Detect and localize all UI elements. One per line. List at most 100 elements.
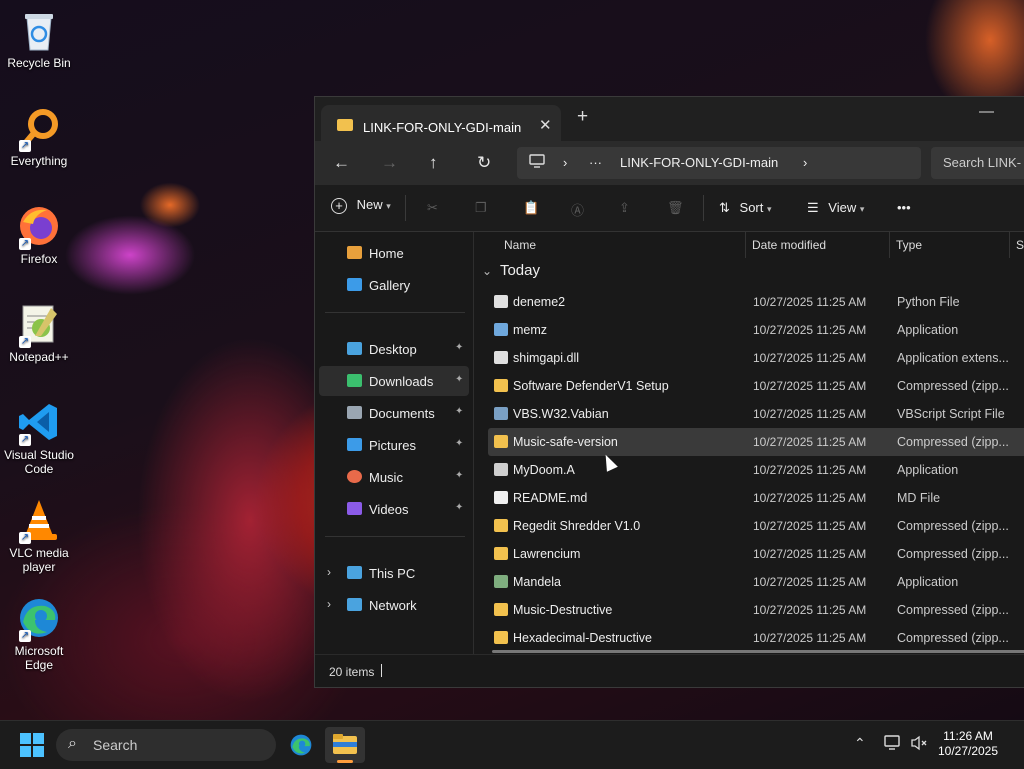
edge-icon <box>290 734 312 756</box>
music-icon <box>347 470 362 483</box>
chevron-down-icon: ⌄ <box>482 264 493 278</box>
zip-folder-icon <box>494 547 508 560</box>
new-button[interactable]: + New ▾ <box>331 197 391 214</box>
sidebar-item-home[interactable]: Home <box>319 238 469 268</box>
table-row[interactable]: Music-safe-version 10/27/2025 11:25 AM Com… <box>488 428 1024 456</box>
show-hidden-icons-button[interactable]: ⌃ <box>854 735 866 752</box>
tab-link-for-only-gdi-main[interactable]: LINK-FOR-ONLY-GDI-main ✕ <box>321 105 561 141</box>
desktop-icon <box>347 342 362 355</box>
file-type: VBScript Script File <box>897 407 1005 421</box>
refresh-button[interactable]: ↻ <box>477 153 491 173</box>
table-row[interactable]: deneme2 10/27/2025 11:25 AM Python File <box>488 288 1024 316</box>
group-header-today[interactable]: ⌄ Today <box>482 262 540 279</box>
desktop-icon-label: VLC media player <box>9 546 69 574</box>
column-headers: Name Date modified Type Si <box>474 232 1024 258</box>
paste-icon[interactable]: 📋 <box>523 200 539 216</box>
new-tab-button[interactable]: + <box>577 106 588 128</box>
command-bar: + New ▾ ✂ ❐ 📋 Ⓐ ⇪ 🗑 ⇅ Sort ▾ ☰ View ▾ ••… <box>315 185 1024 232</box>
vbscript-file-icon <box>494 407 508 420</box>
file-name: VBS.W32.Vabian <box>513 407 609 421</box>
column-header-name[interactable]: Name <box>504 238 536 252</box>
table-row[interactable]: README.md 10/27/2025 11:25 AM MD File <box>488 484 1024 512</box>
rename-icon[interactable]: Ⓐ <box>571 200 584 219</box>
copy-icon[interactable]: ❐ <box>475 200 487 216</box>
column-divider[interactable] <box>889 232 890 258</box>
expand-chevron-icon[interactable]: › <box>327 597 331 611</box>
horizontal-scrollbar[interactable] <box>492 650 1024 653</box>
breadcrumb[interactable]: › ··· LINK-FOR-ONLY-GDI-main › <box>517 147 921 179</box>
zip-folder-icon <box>494 379 508 392</box>
sidebar-item-videos[interactable]: Videos ✦ <box>319 494 469 524</box>
file-name: Mandela <box>513 575 561 589</box>
network-status-icon[interactable] <box>884 735 902 754</box>
file-date-modified: 10/27/2025 11:25 AM <box>753 519 867 533</box>
file-name: Music-Destructive <box>513 603 613 617</box>
more-options-button[interactable]: ••• <box>897 200 911 215</box>
share-icon[interactable]: ⇪ <box>619 200 630 216</box>
taskbar-search-box[interactable]: ⌕ Search <box>56 729 276 761</box>
table-row[interactable]: Hexadecimal-Destructive 10/27/2025 11:25 … <box>488 624 1024 652</box>
forward-button[interactable]: → <box>381 153 398 173</box>
system-clock[interactable]: 11:26 AM 10/27/2025 <box>928 729 1008 759</box>
chevron-down-icon: ▾ <box>386 201 391 211</box>
column-header-size[interactable]: Si <box>1016 238 1024 252</box>
breadcrumb-current[interactable]: LINK-FOR-ONLY-GDI-main <box>620 155 778 170</box>
table-row[interactable]: Music-Destructive 10/27/2025 11:25 AM Comp… <box>488 596 1024 624</box>
table-row[interactable]: Mandela 10/27/2025 11:25 AM Application <box>488 568 1024 596</box>
search-input[interactable]: Search LINK- <box>931 147 1024 179</box>
desktop-icon-edge[interactable]: ↗ Microsoft Edge <box>0 596 78 672</box>
sidebar-item-desktop[interactable]: Desktop ✦ <box>319 334 469 364</box>
minimize-button[interactable]: — <box>979 103 994 120</box>
column-divider[interactable] <box>745 232 746 258</box>
sort-button[interactable]: ⇅ Sort ▾ <box>719 200 772 216</box>
column-header-type[interactable]: Type <box>896 238 922 252</box>
sidebar-item-pictures[interactable]: Pictures ✦ <box>319 430 469 460</box>
sidebar-item-this-pc[interactable]: › This PC <box>319 558 469 588</box>
sidebar-item-documents[interactable]: Documents ✦ <box>319 398 469 428</box>
home-icon <box>347 246 362 259</box>
desktop-icon-notepad-plus-plus[interactable]: ↗ Notepad++ <box>0 302 78 364</box>
taskbar-app-file-explorer[interactable] <box>325 727 365 763</box>
up-button[interactable]: ↑ <box>429 153 438 173</box>
desktop-icon-vscode[interactable]: ↗ Visual Studio Code <box>0 400 78 476</box>
zip-folder-icon <box>494 519 508 532</box>
file-name: memz <box>513 323 548 337</box>
delete-icon[interactable]: 🗑 <box>667 200 684 216</box>
sidebar-item-downloads[interactable]: Downloads ✦ <box>319 366 469 396</box>
breadcrumb-more-button[interactable]: ··· <box>589 155 602 170</box>
start-button[interactable] <box>20 733 44 757</box>
table-row[interactable]: VBS.W32.Vabian 10/27/2025 11:25 AM VBScrip… <box>488 400 1024 428</box>
sidebar-item-label: Downloads <box>369 374 434 389</box>
column-header-date-modified[interactable]: Date modified <box>752 238 826 252</box>
desktop-icon-firefox[interactable]: ↗ Firefox <box>0 204 78 266</box>
close-tab-icon[interactable]: ✕ <box>539 116 552 134</box>
expand-chevron-icon[interactable]: › <box>327 565 331 579</box>
table-row[interactable]: MyDoom.A 10/27/2025 11:25 AM Application <box>488 456 1024 484</box>
sidebar-item-music[interactable]: Music ✦ <box>319 462 469 492</box>
pin-icon: ✦ <box>455 438 464 449</box>
taskbar-app-edge[interactable] <box>281 727 321 763</box>
breadcrumb-chevron-icon[interactable]: › <box>803 155 807 170</box>
table-row[interactable]: shimgapi.dll 10/27/2025 11:25 AM Applicati… <box>488 344 1024 372</box>
pin-icon: ✦ <box>455 406 464 417</box>
table-row[interactable]: memz 10/27/2025 11:25 AM Application <box>488 316 1024 344</box>
cut-icon[interactable]: ✂ <box>427 200 438 216</box>
sidebar-item-gallery[interactable]: Gallery <box>319 270 469 300</box>
column-divider[interactable] <box>1009 232 1010 258</box>
view-button[interactable]: ☰ View ▾ <box>807 200 864 216</box>
sidebar-item-label: Gallery <box>369 278 411 293</box>
downloads-icon <box>347 374 362 387</box>
file-date-modified: 10/27/2025 11:25 AM <box>753 323 867 337</box>
table-row[interactable]: Lawrencium 10/27/2025 11:25 AM Compressed … <box>488 540 1024 568</box>
pictures-icon <box>347 438 362 451</box>
desktop-icon-label: Notepad++ <box>9 350 69 364</box>
sidebar-item-network[interactable]: › Network <box>319 590 469 620</box>
desktop-icon-vlc[interactable]: ↗ VLC media player <box>0 498 78 574</box>
table-row[interactable]: Software DefenderV1 Setup 10/27/2025 11:2… <box>488 372 1024 400</box>
desktop-icon-recycle-bin[interactable]: Recycle Bin <box>0 8 78 70</box>
desktop-icon-everything[interactable]: ↗ Everything <box>0 106 78 168</box>
volume-muted-icon[interactable] <box>910 735 928 754</box>
table-row[interactable]: Regedit Shredder V1.0 10/27/2025 11:25 AM… <box>488 512 1024 540</box>
recycle-bin-icon <box>17 8 61 52</box>
back-button[interactable]: ← <box>333 153 350 173</box>
